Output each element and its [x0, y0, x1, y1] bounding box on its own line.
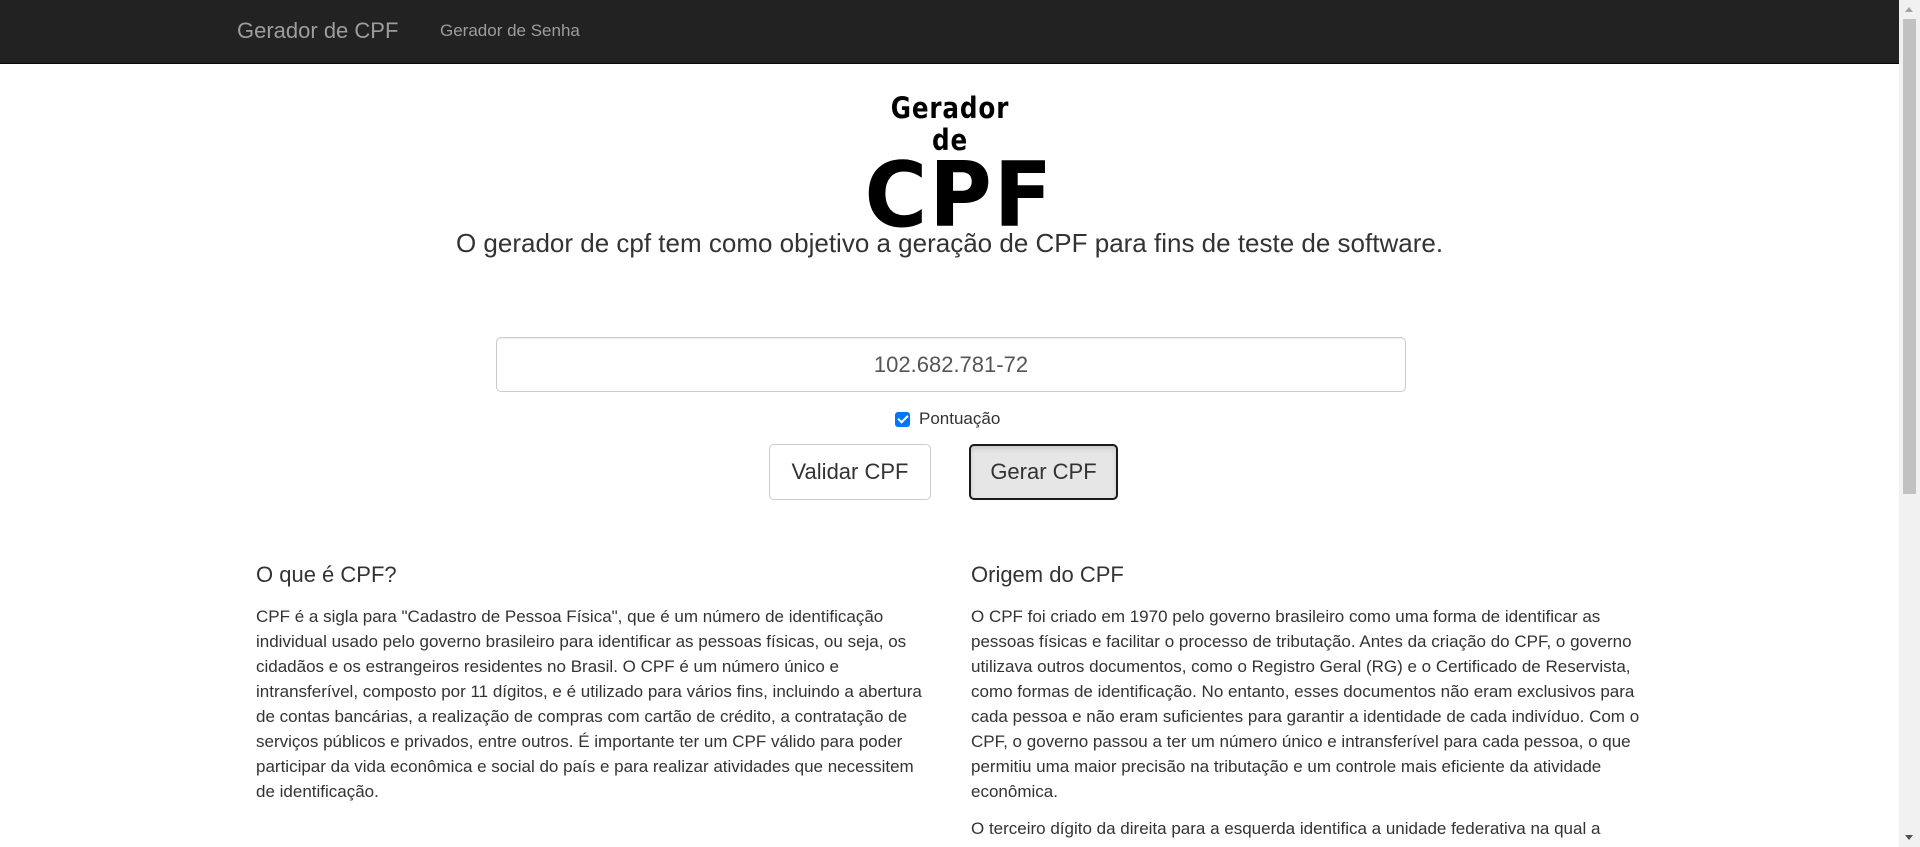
- punctuation-label[interactable]: Pontuação: [919, 409, 1000, 429]
- punctuation-checkbox[interactable]: [895, 411, 910, 427]
- section-title: O que é CPF?: [256, 562, 397, 587]
- scrollbar-thumb[interactable]: [1903, 19, 1916, 494]
- punctuation-option[interactable]: Pontuação: [895, 409, 1000, 429]
- section-paragraph: O CPF foi criado em 1970 pelo governo br…: [971, 607, 1640, 801]
- validate-cpf-button[interactable]: Validar CPF: [769, 444, 931, 500]
- scroll-down-arrow-icon[interactable]: [1905, 835, 1913, 840]
- cpf-output-field[interactable]: [496, 337, 1406, 392]
- logo: Gerador de CPF: [860, 92, 1053, 241]
- vertical-scrollbar[interactable]: [1899, 0, 1920, 847]
- scroll-up-arrow-icon[interactable]: [1905, 7, 1913, 12]
- section-paragraph: O terceiro dígito da direita para a esqu…: [971, 819, 1601, 847]
- nav-link-password-generator[interactable]: Gerador de Senha: [440, 21, 580, 41]
- navbar-brand[interactable]: Gerador de CPF: [237, 18, 398, 44]
- logo-line-big: CPF: [864, 143, 1055, 248]
- generate-cpf-button[interactable]: Gerar CPF: [969, 444, 1118, 500]
- navbar: Gerador de CPF Gerador de Senha: [0, 0, 1899, 64]
- section-what-is-cpf: O que é CPF? CPF é a sigla para "Cadastr…: [256, 560, 936, 816]
- page-subtitle: O gerador de cpf tem como objetivo a ger…: [455, 228, 1444, 258]
- section-cpf-origin: Origem do CPF O CPF foi criado em 1970 p…: [971, 560, 1651, 847]
- section-paragraph: CPF é a sigla para "Cadastro de Pessoa F…: [256, 607, 922, 801]
- page: Gerador de CPF Gerador de Senha Gerador …: [0, 0, 1920, 847]
- section-title: Origem do CPF: [971, 562, 1124, 587]
